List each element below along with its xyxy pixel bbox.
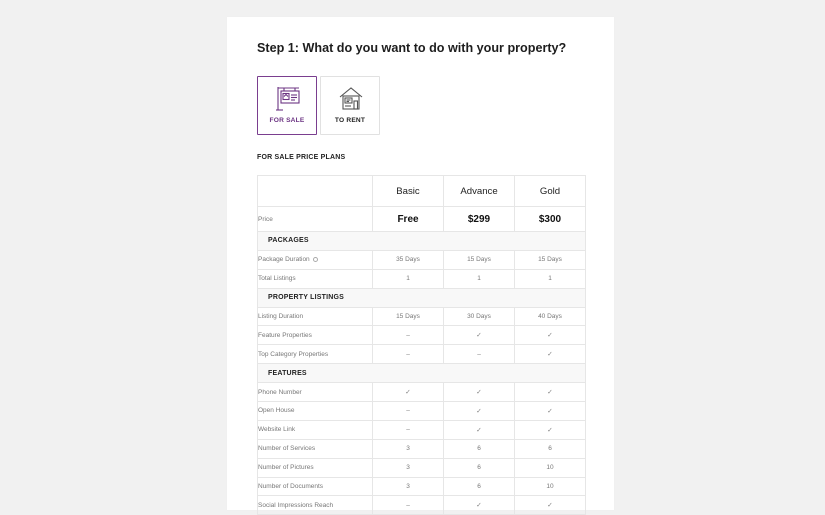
to-rent-option[interactable]: TO RENT [320,76,380,135]
cell-basic: 3 [372,457,444,478]
row-label: Open House [257,401,373,421]
for-sale-label: FOR SALE [269,117,305,124]
cell-gold: ✓ [514,325,586,346]
section-title: PACKAGES [257,231,586,251]
cell-advance: ✓ [443,495,515,515]
cell-advance: ✓ [443,325,515,346]
cell-basic: ✓ [372,382,444,403]
section-header: FEATURES [257,363,586,384]
cell-advance: ✓ [443,401,515,421]
cell-advance: 6 [443,457,515,478]
cell-advance: 1 [443,268,515,289]
pricing-card: Step 1: What do you want to do with your… [227,17,614,515]
table-row: Social Impressions Reach – ✓ ✓ [257,495,586,515]
section-title: PROPERTY LISTINGS [257,287,586,308]
price-label: Price [257,206,373,232]
row-label: Feature Properties [257,325,373,346]
row-label: Total Listings [257,268,373,289]
table-row: Website Link – ✓ ✓ [257,419,586,440]
section-title: FEATURES [257,363,586,384]
table-row: Number of Documents 3 6 10 [257,476,586,497]
cell-basic: 3 [372,438,444,459]
price-plans-title: FOR SALE PRICE PLANS [257,154,346,161]
row-label: Listing Duration [257,306,373,327]
step-title: Step 1: What do you want to do with your… [257,41,567,55]
cell-basic: 35 Days [372,249,444,270]
row-label: Package Duration [257,249,373,270]
cell-advance: 15 Days [443,249,515,270]
cell-basic: – [372,325,444,346]
for-sale-sign-icon [276,87,300,111]
cell-advance: ✓ [443,382,515,403]
section-header: PACKAGES [257,231,586,251]
table-row: Feature Properties – ✓ ✓ [257,325,586,346]
cell-gold: ✓ [514,401,586,421]
cell-advance: 30 Days [443,306,515,327]
price-row: Price Free $299 $300 [257,206,586,232]
table-row: Number of Services 3 6 6 [257,438,586,459]
plan-basic-header: Basic [372,175,444,207]
cell-gold: 15 Days [514,249,586,270]
plan-gold-header: Gold [514,175,586,207]
table-row: Listing Duration 15 Days 30 Days 40 Days [257,306,586,327]
cell-basic: – [372,495,444,515]
row-label: Top Category Properties [257,344,373,365]
cell-gold: 10 [514,457,586,478]
table-row: Open House – ✓ ✓ [257,401,586,421]
table-row: Phone Number ✓ ✓ ✓ [257,382,586,403]
cell-basic: 15 Days [372,306,444,327]
cell-gold: ✓ [514,419,586,440]
cell-basic: – [372,419,444,440]
price-plans-table: Basic Advance Gold Price Free $299 $300 … [257,175,586,515]
house-for-rent-icon [339,87,363,110]
row-label: Number of Pictures [257,457,373,478]
section-header: PROPERTY LISTINGS [257,287,586,308]
price-advance: $299 [443,206,515,232]
price-basic: Free [372,206,444,232]
cell-gold: 40 Days [514,306,586,327]
cell-gold: 6 [514,438,586,459]
cell-gold: ✓ [514,382,586,403]
table-row: Number of Pictures 3 6 10 [257,457,586,478]
cell-advance: 6 [443,438,515,459]
for-sale-option[interactable]: FOR SALE [257,76,317,135]
table-row: Total Listings 1 1 1 [257,268,586,289]
cell-basic: – [372,344,444,365]
cell-gold: ✓ [514,495,586,515]
row-label: Phone Number [257,382,373,403]
cell-basic: 1 [372,268,444,289]
info-icon[interactable] [312,257,318,263]
plans-header-row: Basic Advance Gold [257,175,586,207]
cell-basic: 3 [372,476,444,497]
cell-advance: – [443,344,515,365]
price-gold: $300 [514,206,586,232]
plan-advance-header: Advance [443,175,515,207]
table-row: Package Duration 35 Days 15 Days 15 Days [257,249,586,270]
cell-gold: 1 [514,268,586,289]
cell-advance: ✓ [443,419,515,440]
to-rent-label: TO RENT [334,117,366,124]
row-label: Website Link [257,419,373,440]
row-label: Number of Documents [257,476,373,497]
header-empty-cell [257,175,373,207]
row-label-text: Package Duration [258,256,310,264]
cell-gold: ✓ [514,344,586,365]
row-label: Number of Services [257,438,373,459]
cell-gold: 10 [514,476,586,497]
cell-advance: 6 [443,476,515,497]
table-row: Top Category Properties – – ✓ [257,344,586,365]
row-label: Social Impressions Reach [257,495,373,515]
cell-basic: – [372,401,444,421]
